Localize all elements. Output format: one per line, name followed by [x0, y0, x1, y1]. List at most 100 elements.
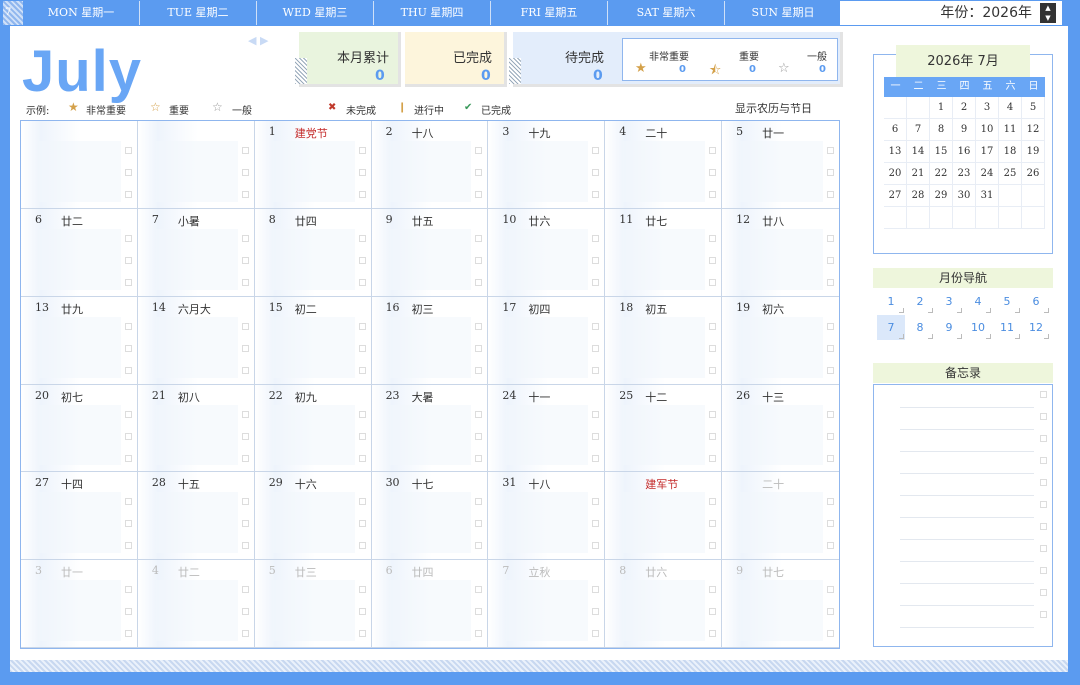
task-checkbox[interactable] — [358, 322, 366, 330]
task-checkbox[interactable] — [592, 410, 600, 418]
task-checkbox[interactable] — [358, 278, 366, 286]
day-cell[interactable]: 25 十二 — [605, 384, 723, 473]
year-selector[interactable]: 年份：2026年 — [840, 1, 1062, 25]
mini-day[interactable]: 30 — [953, 185, 976, 207]
day-cell[interactable]: 二十 — [722, 472, 839, 561]
month-nav-6[interactable]: 6 — [1022, 289, 1051, 315]
mini-day[interactable] — [976, 207, 999, 229]
mini-day[interactable]: 17 — [976, 141, 999, 163]
task-checkbox[interactable] — [475, 586, 483, 594]
mini-day[interactable] — [953, 207, 976, 229]
mini-day[interactable]: 14 — [907, 141, 930, 163]
task-checkbox[interactable] — [358, 147, 366, 154]
task-checkbox[interactable] — [475, 630, 483, 638]
mini-day[interactable]: 27 — [884, 185, 907, 207]
mini-day[interactable] — [884, 97, 907, 119]
task-checkbox[interactable] — [358, 344, 366, 352]
task-checkbox[interactable] — [241, 630, 249, 638]
day-cell[interactable]: 6 廿二 — [21, 208, 138, 297]
day-cell[interactable]: 17 初四 — [488, 296, 606, 385]
day-cell[interactable]: 30 十七 — [371, 472, 489, 561]
task-checkbox[interactable] — [124, 322, 132, 330]
mini-day[interactable]: 15 — [930, 141, 953, 163]
mini-day[interactable]: 26 — [1022, 163, 1045, 185]
mini-day[interactable]: 6 — [884, 119, 907, 141]
memo-checkbox[interactable] — [1040, 611, 1047, 618]
mini-day[interactable]: 22 — [930, 163, 953, 185]
task-checkbox[interactable] — [709, 169, 717, 176]
task-checkbox[interactable] — [124, 147, 132, 154]
task-checkbox[interactable] — [358, 520, 366, 528]
task-checkbox[interactable] — [475, 191, 483, 198]
task-checkbox[interactable] — [358, 234, 366, 242]
day-cell[interactable]: 10 廿六 — [488, 208, 606, 297]
task-checkbox[interactable] — [358, 454, 366, 462]
task-checkbox[interactable] — [592, 344, 600, 352]
day-cell[interactable]: 1 建党节 — [254, 121, 372, 209]
task-checkbox[interactable] — [826, 234, 834, 242]
task-checkbox[interactable] — [592, 147, 600, 154]
task-checkbox[interactable] — [358, 630, 366, 638]
task-checkbox[interactable] — [592, 520, 600, 528]
spin-up-icon[interactable]: ▲ — [1040, 3, 1056, 13]
mini-day[interactable] — [907, 97, 930, 119]
mini-day[interactable] — [930, 207, 953, 229]
task-checkbox[interactable] — [475, 498, 483, 506]
mini-day[interactable]: 3 — [976, 97, 999, 119]
mini-day[interactable]: 29 — [930, 185, 953, 207]
task-checkbox[interactable] — [709, 147, 717, 154]
day-cell[interactable]: 22 初九 — [254, 384, 372, 473]
task-checkbox[interactable] — [358, 191, 366, 198]
mini-day[interactable] — [999, 185, 1022, 207]
memo-checkbox[interactable] — [1040, 413, 1047, 420]
task-checkbox[interactable] — [826, 322, 834, 330]
memo-box[interactable] — [873, 384, 1053, 647]
task-checkbox[interactable] — [358, 432, 366, 440]
task-checkbox[interactable] — [124, 542, 132, 550]
mini-day[interactable]: 5 — [1022, 97, 1045, 119]
month-nav-10[interactable]: 10 — [964, 315, 993, 341]
mini-day[interactable]: 2 — [953, 97, 976, 119]
month-nav-5[interactable]: 5 — [993, 289, 1022, 315]
task-checkbox[interactable] — [124, 454, 132, 462]
task-checkbox[interactable] — [124, 169, 132, 176]
mini-day[interactable]: 25 — [999, 163, 1022, 185]
task-checkbox[interactable] — [709, 454, 717, 462]
day-cell[interactable]: 5 廿一 — [722, 121, 839, 209]
task-checkbox[interactable] — [475, 169, 483, 176]
task-checkbox[interactable] — [709, 278, 717, 286]
task-checkbox[interactable] — [709, 256, 717, 264]
task-checkbox[interactable] — [826, 169, 834, 176]
day-cell[interactable] — [137, 121, 255, 209]
task-checkbox[interactable] — [124, 520, 132, 528]
day-cell[interactable]: 8 廿六 — [605, 560, 723, 648]
day-cell[interactable]: 2 十八 — [371, 121, 489, 209]
task-checkbox[interactable] — [709, 432, 717, 440]
day-cell[interactable]: 建军节 — [605, 472, 723, 561]
mini-day[interactable]: 7 — [907, 119, 930, 141]
memo-checkbox[interactable] — [1040, 567, 1047, 574]
day-cell[interactable]: 21 初八 — [137, 384, 255, 473]
mini-day[interactable]: 12 — [1022, 119, 1045, 141]
day-cell[interactable]: 19 初六 — [722, 296, 839, 385]
mini-day[interactable]: 18 — [999, 141, 1022, 163]
task-checkbox[interactable] — [709, 608, 717, 616]
task-checkbox[interactable] — [826, 147, 834, 154]
task-checkbox[interactable] — [826, 630, 834, 638]
task-checkbox[interactable] — [826, 410, 834, 418]
memo-checkbox[interactable] — [1040, 545, 1047, 552]
mini-day[interactable] — [907, 207, 930, 229]
task-checkbox[interactable] — [592, 191, 600, 198]
mini-day[interactable]: 28 — [907, 185, 930, 207]
task-checkbox[interactable] — [592, 542, 600, 550]
memo-checkbox[interactable] — [1040, 479, 1047, 486]
task-checkbox[interactable] — [709, 542, 717, 550]
task-checkbox[interactable] — [358, 586, 366, 594]
day-cell[interactable]: 8 廿四 — [254, 208, 372, 297]
task-checkbox[interactable] — [826, 542, 834, 550]
task-checkbox[interactable] — [592, 366, 600, 374]
day-cell[interactable]: 9 廿七 — [722, 560, 839, 648]
task-checkbox[interactable] — [475, 520, 483, 528]
day-cell[interactable]: 4 二十 — [605, 121, 723, 209]
day-cell[interactable]: 15 初二 — [254, 296, 372, 385]
